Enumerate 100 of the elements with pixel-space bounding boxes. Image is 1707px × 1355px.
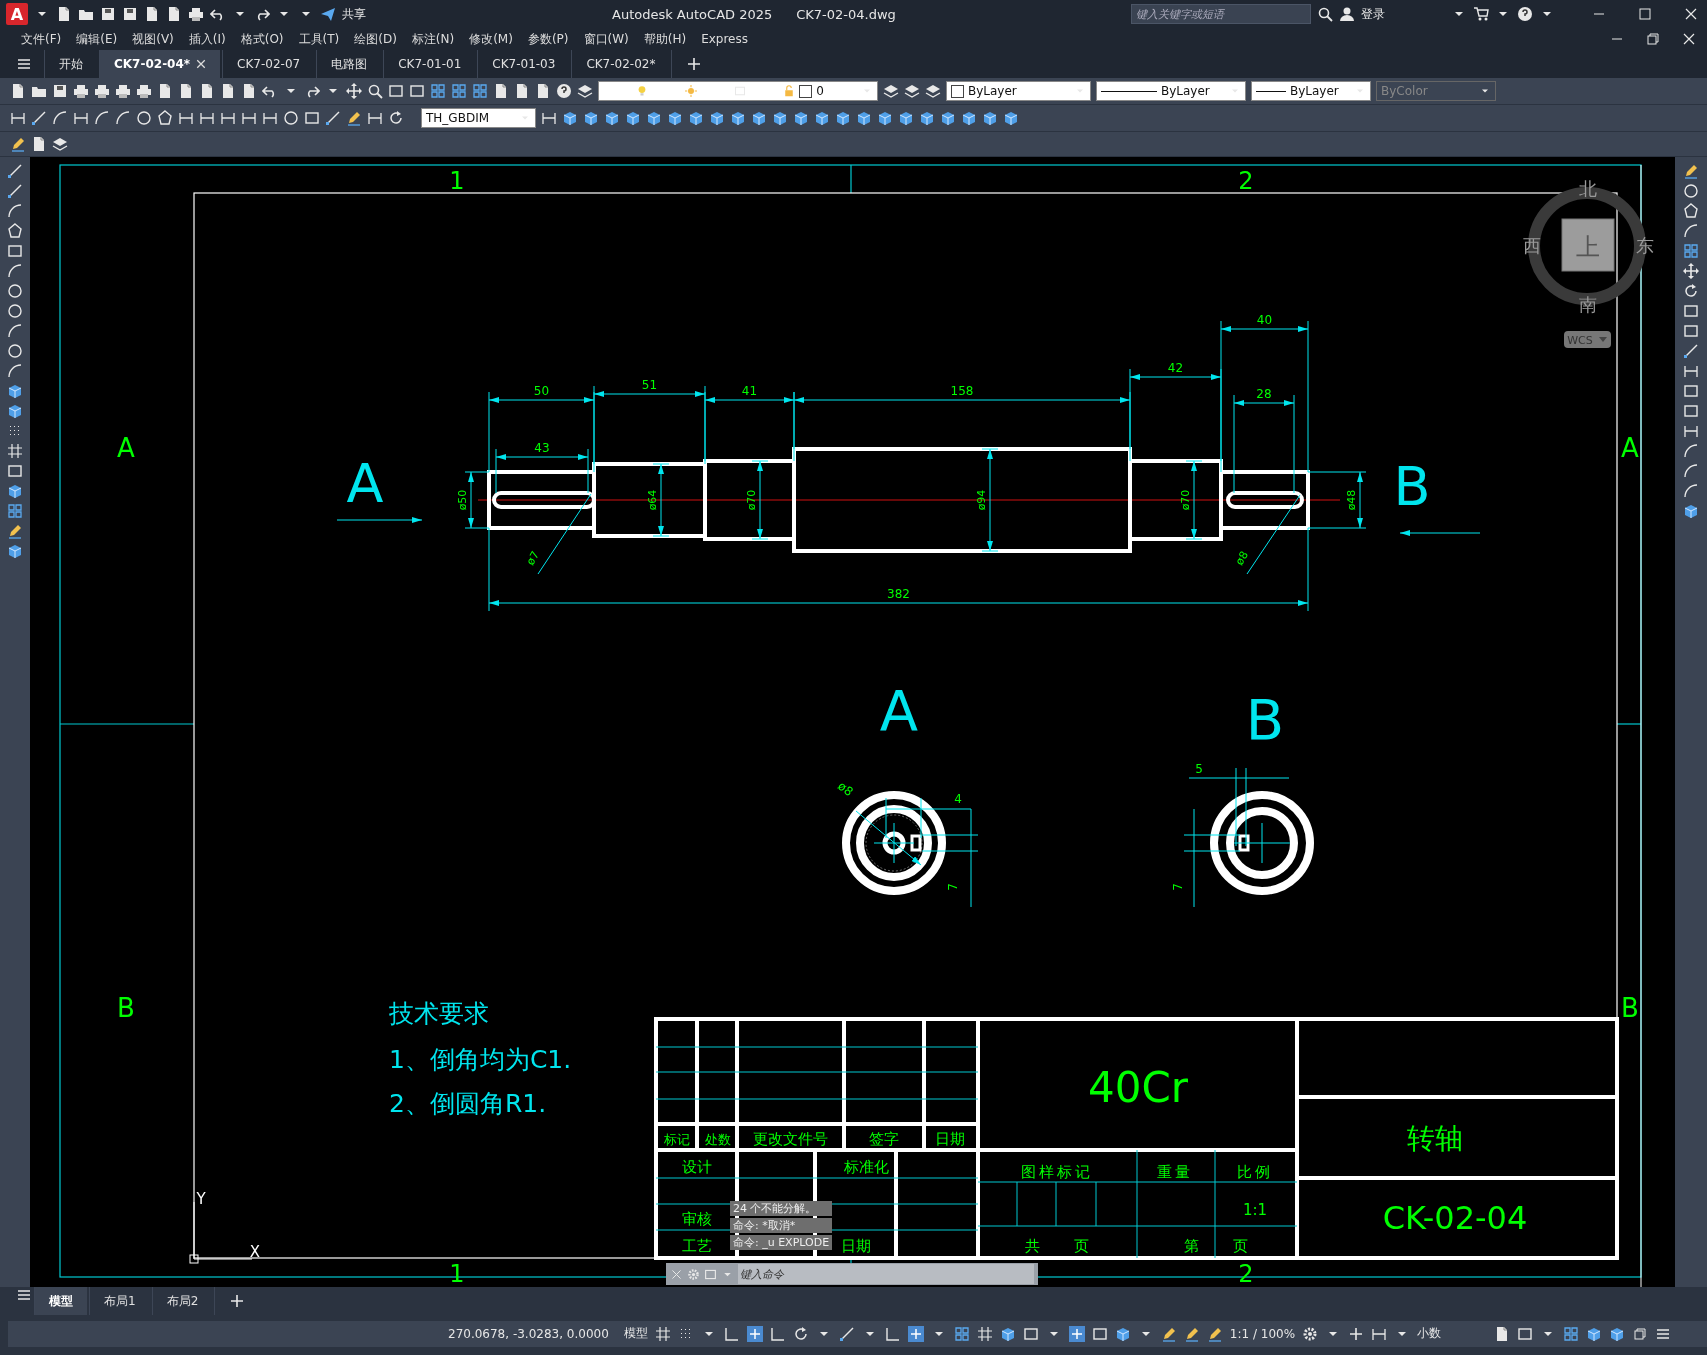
close-icon[interactable] (1681, 31, 1697, 47)
cube-icon[interactable] (667, 110, 683, 126)
cube-icon[interactable] (7, 483, 23, 499)
cube-icon[interactable] (7, 403, 23, 419)
cube-icon[interactable] (751, 110, 767, 126)
menu-icon[interactable] (16, 1287, 32, 1303)
circle-icon[interactable] (283, 110, 299, 126)
cube-icon[interactable] (940, 110, 956, 126)
dimension-icon[interactable] (541, 110, 557, 126)
dimension-icon[interactable] (1683, 423, 1699, 439)
menu-item[interactable]: 格式(O) (235, 30, 294, 48)
pencil-icon[interactable] (1206, 1325, 1223, 1342)
arc-icon[interactable] (1683, 223, 1699, 239)
layers-icon[interactable] (883, 83, 899, 99)
document-icon[interactable] (220, 83, 236, 99)
line-tool-icon[interactable] (325, 110, 341, 126)
arc-icon[interactable] (7, 363, 23, 379)
help-icon[interactable] (1517, 6, 1533, 22)
annotation-scale-button[interactable]: 1:1 / 100% (1229, 1326, 1296, 1341)
rectangle-icon[interactable] (1683, 323, 1699, 339)
arc-icon[interactable] (1683, 483, 1699, 499)
document-icon[interactable] (56, 6, 72, 22)
rotate-icon[interactable] (1683, 283, 1699, 299)
grid-lines-icon[interactable] (976, 1325, 993, 1342)
cube-icon[interactable] (835, 110, 851, 126)
polygon-icon[interactable] (1683, 203, 1699, 219)
line-tool-icon[interactable] (838, 1325, 855, 1342)
save-icon[interactable] (100, 6, 116, 22)
rectangle-icon[interactable] (7, 463, 23, 479)
viewcube-face[interactable] (1561, 218, 1615, 272)
compass-label[interactable]: 西 (1523, 235, 1541, 256)
menu-item[interactable]: 参数(P) (522, 30, 579, 48)
line-tool-icon[interactable] (7, 163, 23, 179)
close-icon[interactable] (1683, 6, 1699, 22)
cube-icon[interactable] (604, 110, 620, 126)
cube-icon[interactable] (625, 110, 641, 126)
grid-icon[interactable] (430, 83, 446, 99)
dimension-icon[interactable] (1683, 363, 1699, 379)
cube-icon[interactable] (772, 110, 788, 126)
menu-item[interactable]: 视图(V) (127, 30, 184, 48)
save-icon[interactable] (52, 83, 68, 99)
menu-item[interactable]: 工具(T) (293, 30, 350, 48)
grid-icon[interactable] (1563, 1325, 1580, 1342)
circle-icon[interactable] (1683, 183, 1699, 199)
menu-item[interactable]: 编辑(E) (71, 30, 128, 48)
dimension-icon[interactable] (10, 110, 26, 126)
menu-item[interactable]: 帮助(H) (638, 30, 697, 48)
pencil-icon[interactable] (10, 136, 26, 152)
model-space-button[interactable]: 模型 (623, 1325, 648, 1342)
polygon-icon[interactable] (157, 110, 173, 126)
pencil-icon[interactable] (346, 110, 362, 126)
menu-item[interactable]: 插入(I) (183, 30, 236, 48)
pencil-icon[interactable] (1183, 1325, 1200, 1342)
cube-icon[interactable] (999, 1325, 1016, 1342)
layers-icon[interactable] (925, 83, 941, 99)
move-arrows-icon[interactable] (1683, 263, 1699, 279)
printer-icon[interactable] (73, 83, 89, 99)
maximize-icon[interactable] (1637, 6, 1653, 22)
app-logo[interactable]: A (6, 3, 28, 25)
snap-icon[interactable] (1068, 1325, 1085, 1342)
layer-dropdown[interactable]: 0 (598, 81, 878, 101)
document-icon[interactable] (166, 6, 182, 22)
plus-icon[interactable] (1348, 1325, 1365, 1342)
dimension-icon[interactable] (220, 110, 236, 126)
save-icon[interactable] (122, 6, 138, 22)
dimension-icon[interactable] (367, 110, 383, 126)
menu-icon[interactable] (16, 56, 32, 72)
document-icon[interactable] (178, 83, 194, 99)
grid-icon[interactable] (472, 83, 488, 99)
rectangle-icon[interactable] (1091, 1325, 1108, 1342)
rotate-icon[interactable] (792, 1325, 809, 1342)
document-icon[interactable] (31, 136, 47, 152)
rectangle-icon[interactable] (1683, 403, 1699, 419)
units-dropdown[interactable]: 小数 (1417, 1325, 1488, 1342)
search-icon[interactable] (1317, 6, 1333, 22)
pencil-icon[interactable] (7, 523, 23, 539)
cube-icon[interactable] (898, 110, 914, 126)
pencil-icon[interactable] (1683, 163, 1699, 179)
angle-icon[interactable] (884, 1325, 901, 1342)
menu-item[interactable]: Express (696, 32, 758, 46)
cart-icon[interactable] (1473, 6, 1489, 22)
layout-tab[interactable]: 模型 (34, 1287, 87, 1315)
cube-icon[interactable] (7, 543, 23, 559)
circle-icon[interactable] (7, 283, 23, 299)
cube-icon[interactable] (1114, 1325, 1131, 1342)
snap-icon[interactable] (907, 1325, 924, 1342)
cube-icon[interactable] (856, 110, 872, 126)
dimension-icon[interactable] (199, 110, 215, 126)
grid-lines-icon[interactable] (7, 443, 23, 459)
cube-icon[interactable] (982, 110, 998, 126)
cube-icon[interactable] (919, 110, 935, 126)
grid-lines-icon[interactable] (654, 1325, 671, 1342)
document-icon[interactable] (199, 83, 215, 99)
compass-label[interactable]: 北 (1579, 178, 1597, 199)
rectangle-icon[interactable] (1683, 383, 1699, 399)
line-tool-icon[interactable] (7, 183, 23, 199)
snap-icon[interactable] (746, 1325, 763, 1342)
arc-icon[interactable] (1683, 463, 1699, 479)
cube-icon[interactable] (730, 110, 746, 126)
cube-icon[interactable] (814, 110, 830, 126)
